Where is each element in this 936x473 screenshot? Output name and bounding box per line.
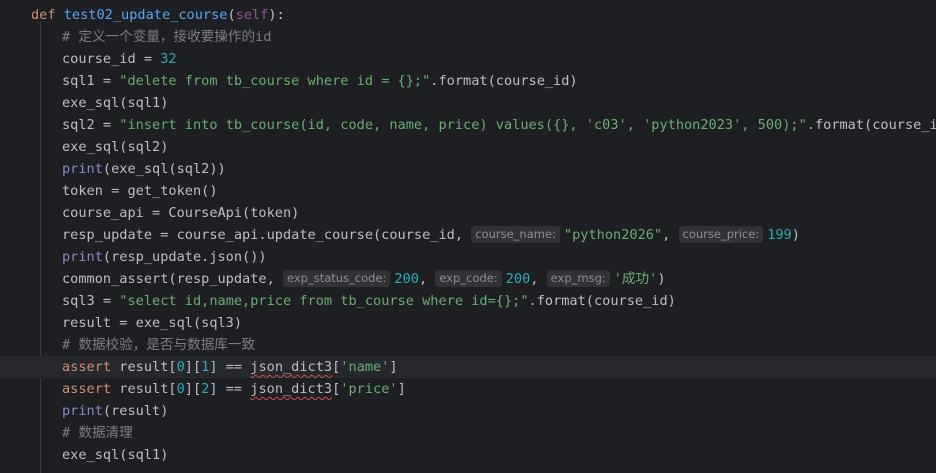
exp-status-code-number: 200 <box>394 271 419 287</box>
course-price-number: 199 <box>767 227 792 243</box>
code-line-3[interactable]: course_id = 32 <box>0 48 936 70</box>
print-builtin: print <box>62 249 103 265</box>
code-line-17[interactable]: assert result[0][1] == json_dict3['name'… <box>0 356 936 378</box>
print-builtin: print <box>62 161 103 177</box>
assert-keyword: assert <box>62 381 112 397</box>
course-name-string: "python2026" <box>563 227 663 243</box>
code-line-20[interactable]: # 数据清理 <box>0 422 936 444</box>
code-line-13[interactable]: common_assert(resp_update, exp_status_co… <box>0 268 936 290</box>
param-hint-exp-msg: exp_msg: <box>546 270 610 287</box>
exp-code-number: 200 <box>505 271 531 287</box>
code-line-9[interactable]: token = get_token() <box>0 180 936 202</box>
param-hint-exp-status-code: exp_status_code: <box>282 270 391 287</box>
code-line-14[interactable]: sql3 = "select id,name,price from tb_cou… <box>0 290 936 312</box>
unresolved-reference: json_dict3 <box>250 359 333 375</box>
code-line-6[interactable]: sql2 = "insert into tb_course(id, code, … <box>0 114 936 136</box>
sql2-string: "insert into tb_course(id, code, name, p… <box>119 117 807 133</box>
exp-msg-string: '成功' <box>613 271 658 287</box>
sql3-string: "select id,name,price from tb_course whe… <box>119 293 529 309</box>
key-price-string: 'price' <box>340 381 398 397</box>
code-line-10[interactable]: course_api = CourseApi(token) <box>0 202 936 224</box>
function-name: test02_update_course <box>63 7 228 23</box>
course-id-number: 32 <box>160 51 177 67</box>
code-line-2[interactable]: # 定义一个变量，接收要操作的id <box>0 26 936 48</box>
param-hint-course-name: course_name: <box>471 226 560 243</box>
assert-keyword: assert <box>62 359 112 375</box>
code-line-15[interactable]: result = exe_sql(sql3) <box>0 312 936 334</box>
code-line-12[interactable]: print(resp_update.json()) <box>0 246 936 268</box>
code-line-11[interactable]: resp_update = course_api.update_course(c… <box>0 224 936 246</box>
code-line-8[interactable]: print(exe_sql(sql2)) <box>0 158 936 180</box>
index-number: 0 <box>176 359 185 375</box>
comment-cleanup: # 数据清理 <box>62 425 133 441</box>
code-line-5[interactable]: exe_sql(sql1) <box>0 92 936 114</box>
index-number: 0 <box>176 381 185 397</box>
code-line-18[interactable]: assert result[0][2] == json_dict3['price… <box>0 378 936 400</box>
comment-define-id: # 定义一个变量，接收要操作的id <box>62 29 272 45</box>
param-hint-exp-code: exp_code: <box>435 270 502 287</box>
unresolved-reference: json_dict3 <box>250 381 333 397</box>
sql1-string: "delete from tb_course where id = {};" <box>119 73 431 89</box>
index-number: 2 <box>201 381 210 397</box>
code-line-21[interactable]: exe_sql(sql1) <box>0 444 936 466</box>
code-line-16[interactable]: # 数据校验，是否与数据库一致 <box>0 334 936 356</box>
code-line-1[interactable]: def test02_update_course(self): <box>0 4 936 26</box>
param-hint-course-price: course_price: <box>678 226 764 243</box>
self-param: self <box>235 7 269 23</box>
code-line-7[interactable]: exe_sql(sql2) <box>0 136 936 158</box>
comment-verify: # 数据校验，是否与数据库一致 <box>62 337 256 353</box>
print-builtin: print <box>62 403 103 419</box>
code-editor[interactable]: def test02_update_course(self): # 定义一个变量… <box>0 0 936 473</box>
index-number: 1 <box>201 359 210 375</box>
code-line-19[interactable]: print(result) <box>0 400 936 422</box>
def-keyword: def <box>31 7 56 23</box>
key-name-string: 'name' <box>340 359 390 375</box>
code-line-4[interactable]: sql1 = "delete from tb_course where id =… <box>0 70 936 92</box>
